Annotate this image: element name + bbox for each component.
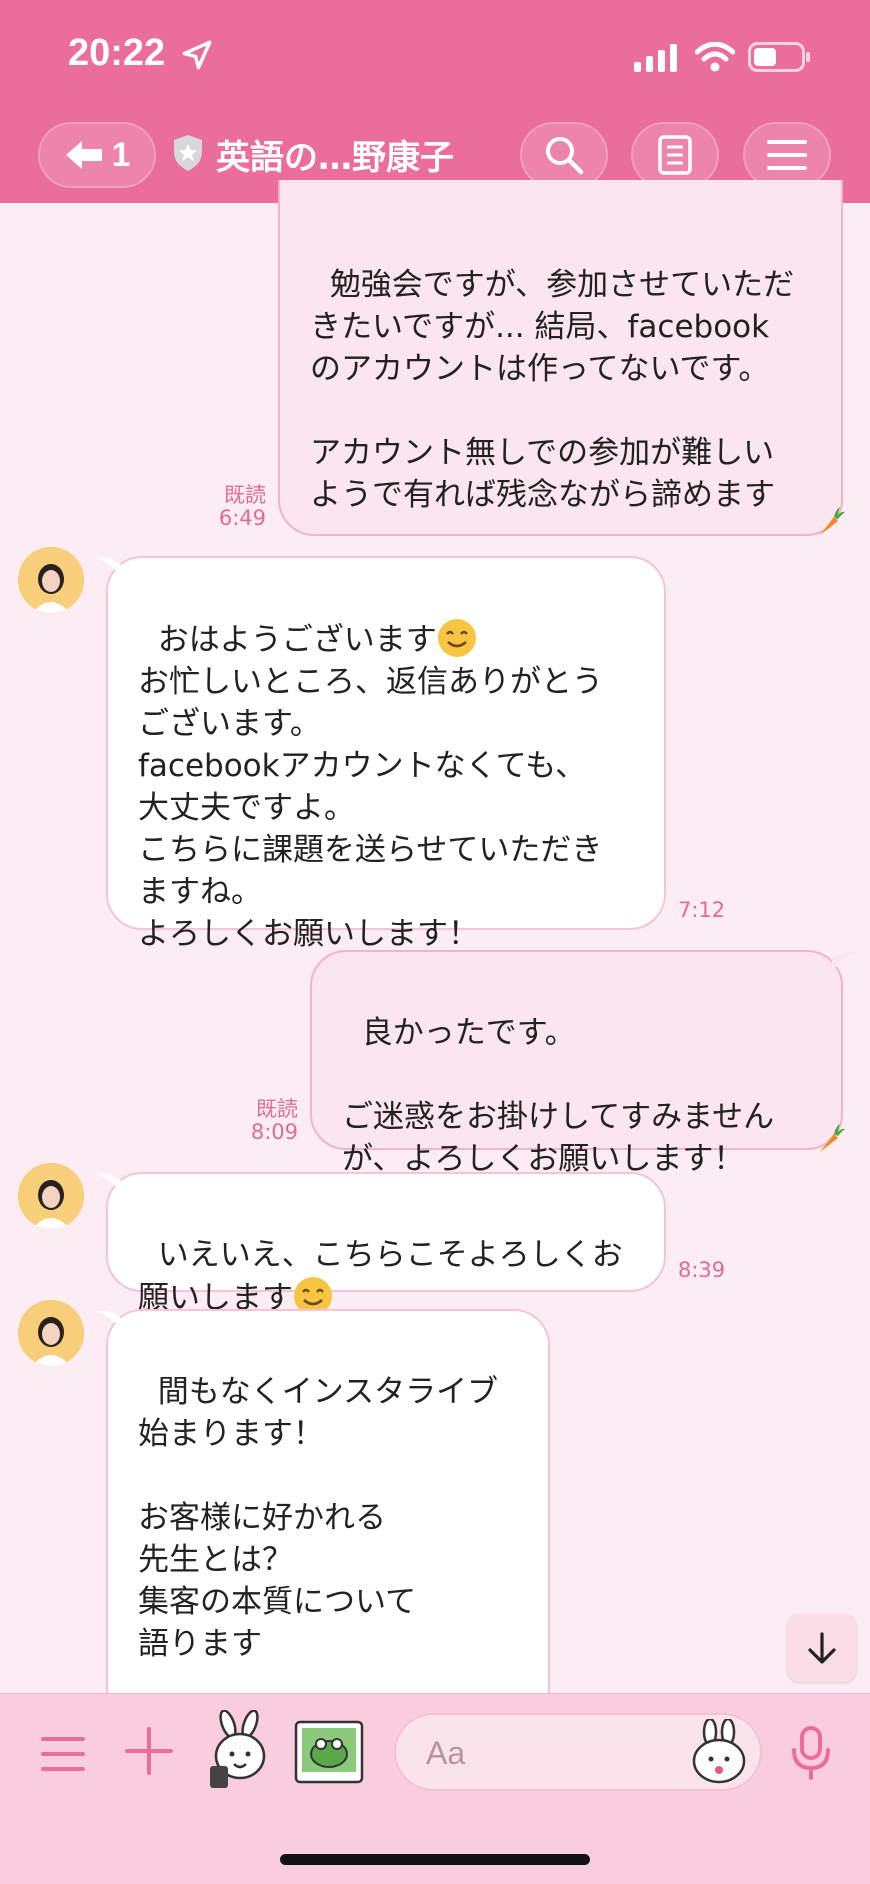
microphone-icon[interactable] xyxy=(790,1726,832,1780)
plus-icon[interactable] xyxy=(124,1726,174,1776)
unread-count: 1 xyxy=(111,135,131,174)
status-time: 20:22 xyxy=(68,32,166,74)
photo-stamp-icon[interactable] xyxy=(294,1720,364,1784)
location-arrow-icon xyxy=(182,40,212,70)
wifi-icon xyxy=(695,42,735,72)
received-message[interactable]: おはようございます お忙しいところ、返信ありがとう ございます。 faceboo… xyxy=(106,556,666,952)
received-message[interactable]: いえいえ、こちらこそよろしくお 願いします xyxy=(106,1172,666,1316)
message-time: 8:09 xyxy=(250,1120,298,1144)
bubble-tail xyxy=(96,557,122,580)
note-icon xyxy=(658,135,692,175)
message-text: 良かったです。 ご迷惑をお掛けしてすみません が、よろしくお願いします！ xyxy=(342,1015,775,1177)
menu-button[interactable] xyxy=(743,122,831,188)
home-indicator xyxy=(280,1854,590,1865)
message-text: 間もなくインスタライブ 始まります！ お客様に好かれる 先生とは？ 集客の本質に… xyxy=(138,1374,499,1747)
search-button[interactable] xyxy=(520,122,608,188)
back-button[interactable]: 1 xyxy=(38,122,156,188)
sent-message[interactable]: 良かったです。 ご迷惑をお掛けしてすみません が、よろしくお願いします！ xyxy=(310,950,843,1177)
message-time: 7:12 xyxy=(678,898,726,922)
battery-icon xyxy=(748,42,810,72)
message-time: 8:39 xyxy=(678,1258,726,1282)
message-input[interactable] xyxy=(424,1727,658,1779)
signal-icon xyxy=(634,44,677,72)
smiling-face-icon xyxy=(437,619,476,657)
message-input-box[interactable] xyxy=(394,1713,762,1791)
message-text: 勉強会ですが、参加させていただ きたいですが... 結局、facebook のア… xyxy=(310,267,795,513)
notes-button[interactable] xyxy=(631,122,719,188)
avatar[interactable] xyxy=(18,1163,84,1229)
menu-icon[interactable] xyxy=(40,1734,86,1774)
chat-header: 20:22 1 英語の…野康子 xyxy=(0,0,870,203)
bubble-tail xyxy=(96,1173,122,1196)
chat-title[interactable]: 英語の…野康子 xyxy=(216,130,454,179)
read-receipt: 既読 xyxy=(256,1097,298,1121)
avatar[interactable] xyxy=(18,547,84,613)
avatar[interactable] xyxy=(18,1300,84,1366)
hamburger-menu-icon xyxy=(767,140,807,170)
received-message[interactable]: 間もなくインスタライブ 始まります！ お客様に好かれる 先生とは？ 集客の本質に… xyxy=(106,1309,550,1747)
emoji-sticker-icon[interactable] xyxy=(690,1719,748,1785)
bubble-tail xyxy=(832,951,858,974)
carrot-icon xyxy=(820,1124,845,1152)
message-text: いえいえ、こちらこそよろしくお 願いします xyxy=(138,1237,623,1316)
bubble-tail xyxy=(96,1310,122,1333)
back-arrow-icon xyxy=(65,141,102,169)
sent-message[interactable]: 勉強会ですが、参加させていただ きたいですが... 結局、facebook のア… xyxy=(278,180,843,597)
shield-icon xyxy=(174,135,202,171)
carrot-icon xyxy=(820,507,845,535)
message-text-continued: お忙しいところ、返信ありがとう ございます。 facebookアカウントなくても… xyxy=(138,664,603,952)
avatar-image xyxy=(18,547,84,613)
message-text: おはようございます xyxy=(157,622,437,658)
scroll-to-bottom-button[interactable] xyxy=(788,1614,856,1682)
arrow-down-icon xyxy=(808,1632,836,1664)
avatar-image xyxy=(18,1300,84,1366)
sticker-icon[interactable] xyxy=(206,1710,278,1792)
avatar-image xyxy=(18,1163,84,1229)
read-receipt: 既読 xyxy=(224,483,266,507)
message-time: 6:49 xyxy=(218,506,266,530)
search-icon xyxy=(546,137,584,175)
